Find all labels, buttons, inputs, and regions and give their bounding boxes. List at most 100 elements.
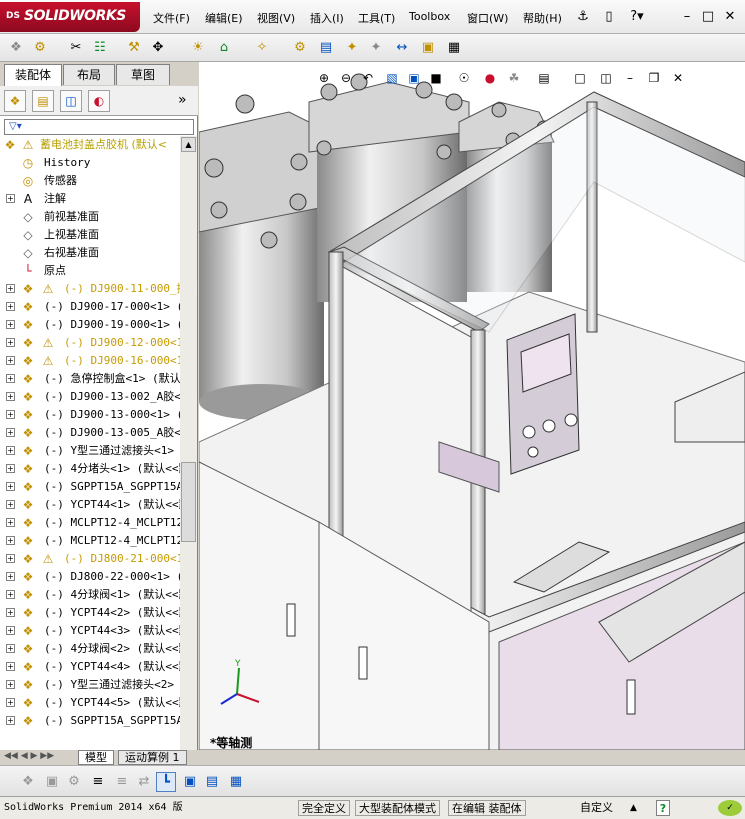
- tree-item[interactable]: + A 注解: [0, 190, 198, 208]
- expand-icon[interactable]: +: [6, 680, 15, 689]
- configuration-manager-icon[interactable]: ◫: [60, 90, 82, 112]
- tree-item[interactable]: + ❖ (-) 急停控制盒<1> (默认: [0, 370, 198, 388]
- tab-model[interactable]: 模型: [78, 750, 114, 765]
- expand-icon[interactable]: +: [6, 572, 15, 581]
- tree-item[interactable]: + ❖ (-) 4分堵头<1> (默认<<默: [0, 460, 198, 478]
- expand-icon[interactable]: +: [6, 302, 15, 311]
- expand-icon[interactable]: +: [6, 284, 15, 293]
- expand-icon[interactable]: +: [6, 482, 15, 491]
- expand-icon[interactable]: +: [6, 698, 15, 707]
- feature-manager-icon[interactable]: ❖: [4, 90, 26, 112]
- instant3d-icon[interactable]: ▣: [418, 38, 438, 58]
- units-up-icon[interactable]: ▲: [630, 800, 637, 816]
- interference-detection-icon[interactable]: ↔: [392, 38, 412, 58]
- status-help-icon[interactable]: ?: [656, 800, 670, 816]
- toolbar-icon-2[interactable]: ▣: [42, 772, 62, 792]
- new-motion-study-icon[interactable]: ⚙: [290, 38, 310, 58]
- rebuild-icon[interactable]: ✓: [718, 800, 742, 816]
- expand-icon[interactable]: +: [6, 338, 15, 347]
- split-view-icon[interactable]: ◫: [597, 70, 615, 86]
- expand-icon[interactable]: +: [6, 608, 15, 617]
- menu-toolbox[interactable]: Toolbox: [409, 10, 450, 23]
- menu-view[interactable]: 视图(V): [257, 10, 295, 26]
- exploded-view-icon[interactable]: ✦: [342, 38, 362, 58]
- assembly-features-icon[interactable]: ⌂: [214, 38, 234, 58]
- zoom-to-fit-icon[interactable]: ⊕: [315, 70, 333, 86]
- toolbar-icon-9[interactable]: ▤: [202, 772, 222, 792]
- expand-icon[interactable]: +: [6, 410, 15, 419]
- property-manager-icon[interactable]: ▤: [32, 90, 54, 112]
- apply-scene-icon[interactable]: ☘: [505, 70, 523, 86]
- edit-appearance-icon[interactable]: ●: [481, 70, 499, 86]
- menu-file[interactable]: 文件(F): [153, 10, 190, 26]
- viewport-close-icon[interactable]: ✕: [669, 70, 687, 86]
- tree-item[interactable]: + ❖ (-) DJ900-13-002_A胶<1>: [0, 388, 198, 406]
- tree-item[interactable]: + ❖ (-) MCLPT12-4_MCLPT12-4: [0, 514, 198, 532]
- expand-icon[interactable]: +: [6, 464, 15, 473]
- restore-icon[interactable]: □: [697, 5, 719, 27]
- paperclip-icon[interactable]: ✂: [66, 38, 86, 58]
- tree-item[interactable]: + ❖ (-) DJ900-13-000<1> (默: [0, 406, 198, 424]
- bill-of-materials-icon[interactable]: ▤: [316, 38, 336, 58]
- graphics-area[interactable]: Y ⊕ ⊖ ↶ ▧ ▣ ■ ☉ ● ☘ ▤ □ ◫ – ❐ ✕ ⌂ ▥ ▭ ▦ …: [199, 62, 745, 750]
- menu-insert[interactable]: 插入(I): [310, 10, 344, 26]
- view-settings-icon[interactable]: ▤: [535, 70, 553, 86]
- reference-geometry-icon[interactable]: ✧: [252, 38, 272, 58]
- expand-panel-icon[interactable]: »: [178, 92, 187, 108]
- tree-item[interactable]: ◷ History: [0, 154, 198, 172]
- mate-icon[interactable]: ⚙: [30, 38, 50, 58]
- tree-item[interactable]: + ❖ (-) DJ900-13-005_A胶<1>: [0, 424, 198, 442]
- toolbar-icon-8[interactable]: ▣: [180, 772, 200, 792]
- tree-root[interactable]: ❖ ⚠ 蓄电池封盖点胶机 (默认<: [0, 136, 198, 154]
- tab-scroll-icons[interactable]: ◀◀ ◀ ▶ ▶▶: [4, 751, 54, 761]
- solidworks-logo[interactable]: DS SOLIDWORKS: [0, 2, 140, 32]
- expand-icon[interactable]: +: [6, 662, 15, 671]
- toolbar-icon-3[interactable]: ⚙: [64, 772, 84, 792]
- toolbar-icon-7[interactable]: ┗: [156, 772, 176, 792]
- tab-sketch[interactable]: 草图: [116, 64, 170, 85]
- move-component-icon[interactable]: ✥: [148, 38, 168, 58]
- tree-item[interactable]: + ❖ (-) SGPPT15A_SGPPT15A<2: [0, 712, 198, 730]
- tree-item[interactable]: + ❖ ⚠ (-) DJ800-21-000<1>: [0, 550, 198, 568]
- tree-item[interactable]: + ❖ (-) Y型三通过滤接头<2>: [0, 676, 198, 694]
- display-manager-icon[interactable]: ◐: [88, 90, 110, 112]
- tree-item[interactable]: + ❖ (-) YCPT44<1> (默认<<默: [0, 496, 198, 514]
- smart-fastener-icon[interactable]: ⚒: [124, 38, 144, 58]
- new-document-icon[interactable]: ▯: [598, 5, 620, 27]
- menu-tools[interactable]: 工具(T): [358, 10, 395, 26]
- toolbar-icon-6[interactable]: ⇄: [134, 772, 154, 792]
- tree-item[interactable]: + ❖ (-) YCPT44<2> (默认<<默: [0, 604, 198, 622]
- expand-icon[interactable]: +: [6, 392, 15, 401]
- viewport-restore-icon[interactable]: ❐: [645, 70, 663, 86]
- tree-item[interactable]: + ❖ (-) YCPT44<5> (默认<<默: [0, 694, 198, 712]
- toolbar-icon-5[interactable]: ≡: [112, 772, 132, 792]
- menu-edit[interactable]: 编辑(E): [205, 10, 243, 26]
- explode-line-icon[interactable]: ✦: [366, 38, 386, 58]
- tree-item[interactable]: + ❖ (-) YCPT44<3> (默认<<默: [0, 622, 198, 640]
- expand-icon[interactable]: +: [6, 446, 15, 455]
- tree-item[interactable]: ◇ 右视基准面: [0, 244, 198, 262]
- expand-icon[interactable]: +: [6, 194, 15, 203]
- expand-icon[interactable]: +: [6, 500, 15, 509]
- tree-item[interactable]: + ❖ (-) DJ900-17-000<1> (默: [0, 298, 198, 316]
- hide-show-items-icon[interactable]: ☉: [455, 70, 473, 86]
- toolbar-icon-10[interactable]: ▦: [226, 772, 246, 792]
- view-orientation-icon[interactable]: ▣: [405, 70, 423, 86]
- close-icon[interactable]: ✕: [719, 5, 741, 27]
- tree-item[interactable]: + ❖ (-) 4分球阀<1> (默认<<默: [0, 586, 198, 604]
- tree-item[interactable]: + ❖ (-) 4分球阀<2> (默认<<默: [0, 640, 198, 658]
- tree-item[interactable]: ◇ 上视基准面: [0, 226, 198, 244]
- tree-item[interactable]: ◎ 传感器: [0, 172, 198, 190]
- expand-icon[interactable]: +: [6, 428, 15, 437]
- menu-window[interactable]: 窗口(W): [467, 10, 508, 26]
- scroll-thumb[interactable]: [181, 462, 196, 542]
- tree-vertical-scrollbar[interactable]: ▲ ▼: [180, 136, 197, 800]
- hide-show-icon[interactable]: ☀: [188, 38, 208, 58]
- expand-icon[interactable]: +: [6, 356, 15, 365]
- status-units[interactable]: 自定义: [580, 800, 613, 816]
- tab-motion-study[interactable]: 运动算例 1: [118, 750, 187, 765]
- tree-item[interactable]: + ❖ ⚠ (-) DJ900-16-000<1>: [0, 352, 198, 370]
- tree-item[interactable]: + ❖ ⚠ (-) DJ900-12-000<1>: [0, 334, 198, 352]
- display-style-icon[interactable]: ■: [427, 70, 445, 86]
- tree-item[interactable]: + ❖ (-) MCLPT12-4_MCLPT12-4: [0, 532, 198, 550]
